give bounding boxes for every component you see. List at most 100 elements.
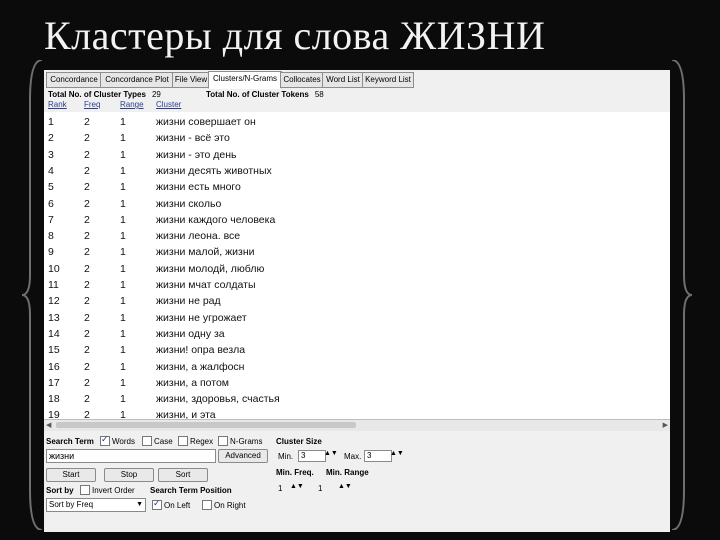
cell-cluster: жизни леона. все [156,230,241,243]
scroll-right-icon[interactable]: ▶ [663,421,668,429]
min-range-value[interactable]: 1 [318,484,322,493]
tab-keyword-list[interactable]: Keyword List [362,72,414,88]
cluster-tokens-label: Total No. of Cluster Tokens [206,90,309,99]
advanced-button[interactable]: Advanced [218,449,268,463]
cluster-types-label: Total No. of Cluster Types [48,90,146,99]
cluster-size-label: Cluster Size [276,437,322,446]
max-size-input[interactable]: 3 [364,450,392,462]
table-row[interactable]: 18 2 1 жизни, здоровья, счастья [44,391,670,407]
right-bracket-decoration [671,60,692,530]
tab-concordance-plot[interactable]: Concordance Plot [100,72,174,88]
cell-freq: 2 [84,132,90,145]
horizontal-scrollbar[interactable]: ◀ ▶ [44,419,670,431]
table-row[interactable]: 10 2 1 жизни молодй, люблю [44,261,670,277]
cell-range: 1 [120,376,126,389]
cell-cluster: жизни десять животных [156,164,272,177]
column-header-range[interactable]: Range [120,100,144,109]
cell-rank: 18 [48,393,60,406]
min-range-spinner-icon[interactable]: ▲▼ [338,483,352,490]
cell-freq: 2 [84,344,90,357]
table-row[interactable]: 9 2 1 жизни малой, жизни [44,244,670,260]
table-row[interactable]: 17 2 1 жизни, а потом [44,375,670,391]
table-row[interactable]: 4 2 1 жизни десять животных [44,163,670,179]
cell-cluster: жизни, а потом [156,376,230,389]
cell-freq: 2 [84,148,90,161]
table-row[interactable]: 5 2 1 жизни есть много [44,179,670,195]
min-freq-value[interactable]: 1 [278,484,282,493]
cell-cluster: жизни есть много [156,181,241,194]
cell-rank: 1 [48,116,54,128]
tab-collocates[interactable]: Collocates [280,72,324,88]
antconc-window: Concordance Concordance Plot File View C… [44,70,670,532]
tab-word-list[interactable]: Word List [322,72,364,88]
on-left-checkbox[interactable] [152,498,162,510]
scroll-thumb[interactable] [56,422,356,428]
min-size-input[interactable]: 3 [298,450,326,462]
table-row[interactable]: 16 2 1 жизни, а жалфосн [44,359,670,375]
table-row[interactable]: 19 2 1 жизни, и эта [44,407,670,419]
table-row[interactable]: 13 2 1 жизни не угрожает [44,310,670,326]
cell-freq: 2 [84,393,90,406]
invert-order-label: Invert Order [92,486,135,495]
cell-rank: 8 [48,230,54,243]
table-row[interactable]: 3 2 1 жизни - это день [44,147,670,163]
cell-freq: 2 [84,295,90,308]
on-right-checkbox[interactable] [202,500,212,510]
cell-freq: 2 [84,279,90,291]
min-size-label: Min. [278,452,294,461]
ngrams-checkbox[interactable] [218,436,228,446]
invert-order-checkbox[interactable] [80,485,90,495]
cell-rank: 9 [48,246,54,259]
on-right-label: On Right [214,501,246,510]
cell-freq: 2 [84,164,90,177]
min-range-label: Min. Range [326,468,369,477]
column-header-freq[interactable]: Freq [84,100,100,109]
sort-button[interactable]: Sort [158,468,208,482]
cell-freq: 2 [84,262,90,275]
tab-file-view[interactable]: File View [172,72,210,88]
table-row[interactable]: 1 2 1 жизни совершает он [44,114,670,130]
cell-rank: 2 [48,132,54,145]
table-row[interactable]: 11 2 1 жизни мчат солдаты [44,277,670,293]
tab-concordance[interactable]: Concordance [46,72,102,88]
cell-range: 1 [120,148,126,161]
stop-button[interactable]: Stop [104,468,154,482]
case-checkbox[interactable] [142,436,152,446]
cell-cluster: жизни малой, жизни [156,246,255,259]
column-header-cluster[interactable]: Cluster [156,100,181,109]
table-row[interactable]: 8 2 1 жизни леона. все [44,228,670,244]
cell-rank: 13 [48,311,60,324]
max-size-spinner-icon[interactable]: ▲▼ [390,450,404,457]
cell-freq: 2 [84,197,90,210]
results-table[interactable]: 1 2 1 жизни совершает он 2 2 1 жизни - всё это 3… [44,112,670,419]
tab-clusters-ngrams[interactable]: Clusters/N-Grams [208,71,282,89]
start-button[interactable]: Start [46,468,96,482]
cell-cluster: жизни, здоровья, счастья [156,393,280,406]
cell-range: 1 [120,262,126,275]
table-row[interactable]: 2 2 1 жизни - всё это [44,130,670,146]
min-freq-spinner-icon[interactable]: ▲▼ [290,483,304,490]
sort-by-select[interactable]: Sort by Freq ▼ [46,498,146,512]
cell-rank: 16 [48,360,60,373]
cell-cluster: жизни - это день [156,148,237,161]
words-checkbox[interactable] [100,434,110,446]
tab-bar: Concordance Concordance Plot File View C… [44,71,670,89]
column-header-rank[interactable]: Rank [48,100,67,109]
search-term-input[interactable]: жизни [46,449,216,463]
cluster-tokens-value: 58 [314,90,324,99]
sort-by-selected: Sort by Freq [49,500,94,509]
cell-cluster: жизни молодй, люблю [156,262,265,275]
cluster-types-summary: Total No. of Cluster Types 29 [48,90,161,99]
search-controls: Search Term Words Case Regex N-Grams Clu… [44,432,670,532]
scroll-left-icon[interactable]: ◀ [46,421,51,429]
regex-checkbox[interactable] [178,436,188,446]
table-row[interactable]: 12 2 1 жизни не рад [44,293,670,309]
table-row[interactable]: 6 2 1 жизни скольо [44,196,670,212]
cell-freq: 2 [84,311,90,324]
table-row[interactable]: 15 2 1 жизни! опра везла [44,342,670,358]
cell-cluster: жизни мчат солдаты [156,279,256,291]
cell-freq: 2 [84,230,90,243]
min-size-spinner-icon[interactable]: ▲▼ [324,450,338,457]
table-row[interactable]: 14 2 1 жизни одну за [44,326,670,342]
table-row[interactable]: 7 2 1 жизни каждого человека [44,212,670,228]
